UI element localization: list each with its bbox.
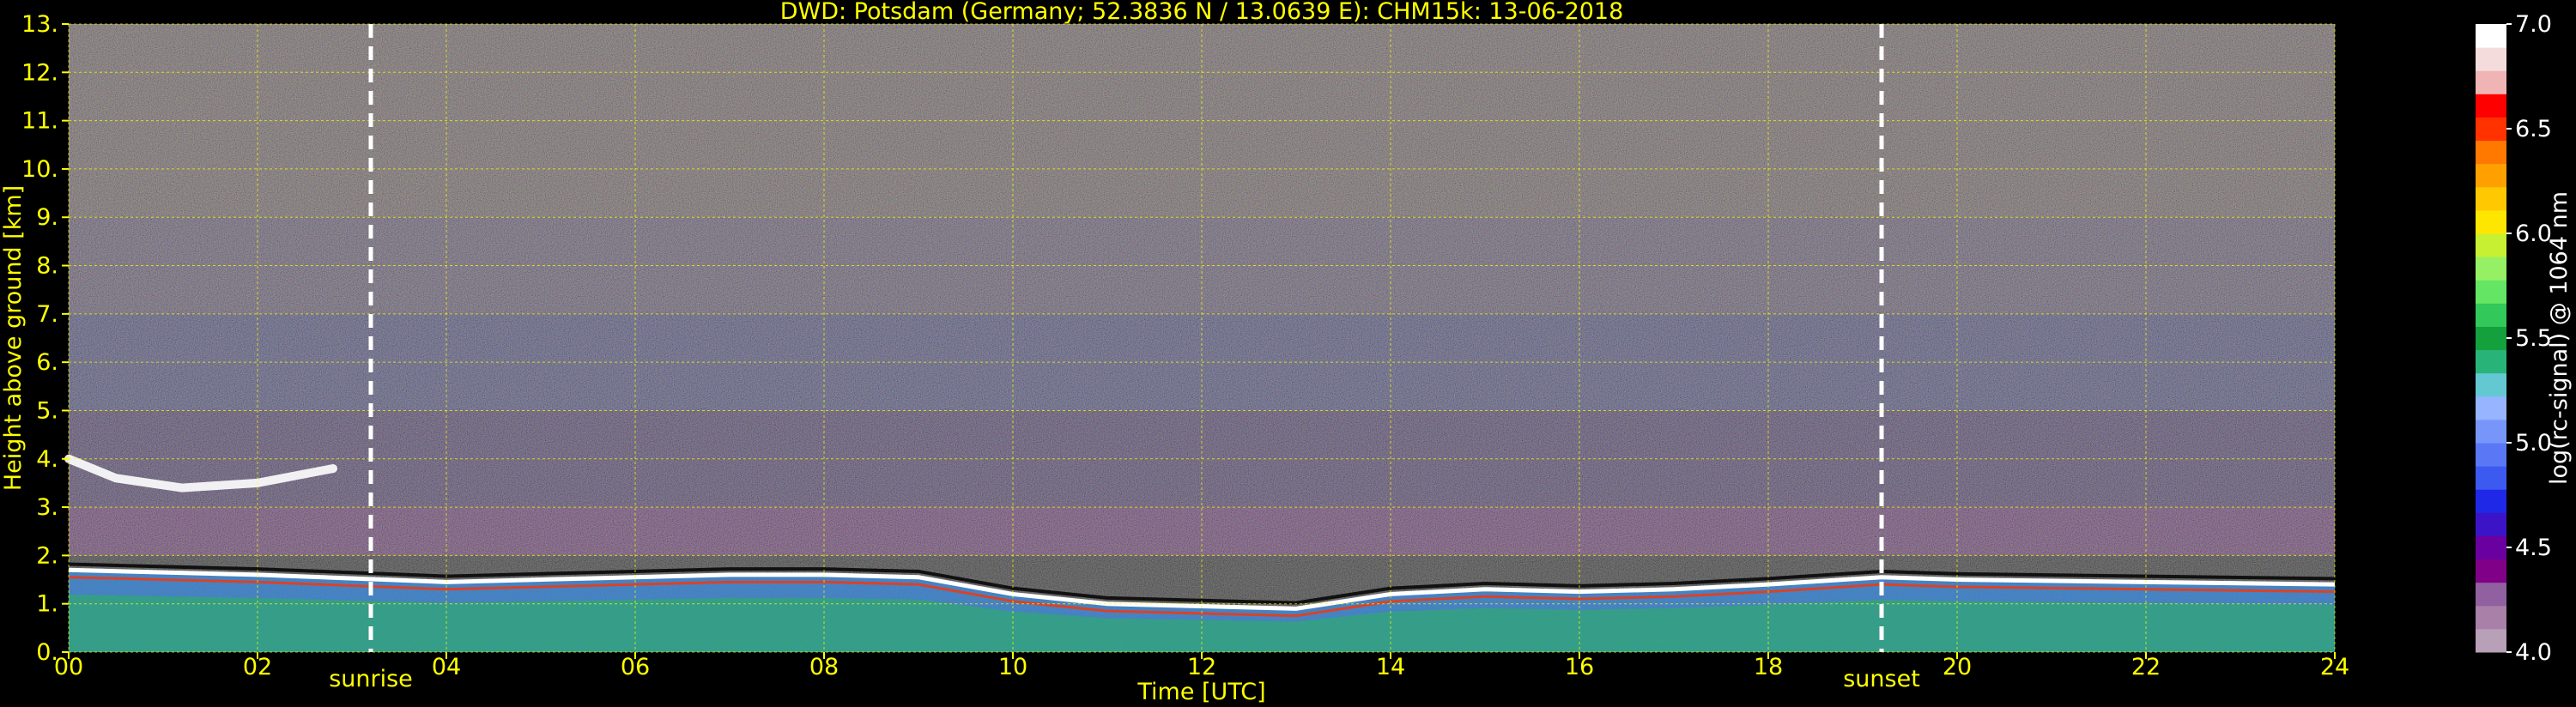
colorbar-swatch — [2476, 372, 2506, 397]
x-tick-label: 12 — [1187, 654, 1216, 680]
colorbar-swatch — [2476, 628, 2506, 653]
colorbar-tick-label: 7.0 — [2515, 11, 2552, 38]
x-tick-label: 10 — [998, 654, 1027, 680]
heatmap-area — [64, 23, 2336, 653]
y-tick-label: 3. — [36, 494, 58, 521]
colorbar-swatch — [2476, 24, 2506, 48]
colorbar-swatch — [2476, 94, 2506, 118]
colorbar-swatch — [2476, 70, 2506, 94]
x-tick-label: 16 — [1565, 654, 1594, 680]
colorbar-swatch — [2476, 303, 2506, 327]
colorbar-swatch — [2476, 280, 2506, 304]
y-tick-label: 4. — [36, 446, 58, 473]
y-tick-label: 1. — [36, 591, 58, 618]
colorbar-tick-label: 6.5 — [2515, 116, 2552, 142]
colorbar: 4.04.55.05.56.06.57.0 log(rc-signal) @ 1… — [2476, 11, 2573, 666]
colorbar-swatch — [2476, 489, 2506, 513]
colorbar-swatch — [2476, 396, 2506, 420]
y-tick-label: 7. — [36, 301, 58, 328]
y-tick-label: 2. — [36, 542, 58, 569]
y-axis-label: Height above ground [km] — [0, 185, 27, 491]
colorbar-swatch — [2476, 140, 2506, 165]
colorbar-swatch — [2476, 349, 2506, 374]
y-tick-label: 0. — [36, 639, 58, 666]
sunrise-label: sunrise — [329, 666, 413, 692]
y-tick-label: 5. — [36, 397, 58, 424]
x-tick-label: 18 — [1754, 654, 1783, 680]
colorbar-swatch — [2476, 233, 2506, 257]
y-tick-label: 8. — [36, 253, 58, 280]
colorbar-swatch — [2476, 186, 2506, 211]
x-tick-label: 24 — [2320, 654, 2349, 680]
x-tick-label: 20 — [1943, 654, 1972, 680]
x-tick-label: 08 — [809, 654, 839, 680]
colorbar-swatch — [2476, 605, 2506, 630]
y-tick-label: 13. — [21, 11, 58, 38]
colorbar-swatch — [2476, 559, 2506, 583]
x-tick-label: 04 — [432, 654, 461, 680]
colorbar-swatch — [2476, 326, 2506, 351]
y-tick-label: 11. — [21, 108, 58, 135]
colorbar-swatch — [2476, 209, 2506, 234]
colorbar-swatch — [2476, 117, 2506, 142]
sunset-label: sunset — [1843, 666, 1920, 692]
y-tick-label: 10. — [21, 156, 58, 183]
x-tick-label: 06 — [621, 654, 650, 680]
colorbar-tick-label: 4.5 — [2515, 535, 2552, 561]
x-tick-label: 22 — [2131, 654, 2161, 680]
colorbar-swatch — [2476, 163, 2506, 188]
colorbar-swatch — [2476, 466, 2506, 490]
colorbar-tick-label: 4.0 — [2515, 639, 2552, 666]
colorbar-swatch — [2476, 257, 2506, 281]
colorbar-swatch — [2476, 512, 2506, 536]
colorbar-swatch — [2476, 47, 2506, 71]
ceilometer-plot: DWD: Potsdam (Germany; 52.3836 N / 13.06… — [0, 0, 2573, 705]
colorbar-label: log(rc-signal) @ 1064 nm — [2546, 191, 2573, 485]
chart-title: DWD: Potsdam (Germany; 52.3836 N / 13.06… — [780, 0, 1624, 25]
colorbar-swatch — [2476, 582, 2506, 607]
colorbar-swatch — [2476, 419, 2506, 444]
colorbar-swatch — [2476, 535, 2506, 560]
x-axis-label: Time [UTC] — [1136, 679, 1265, 705]
y-tick-label: 12. — [21, 59, 58, 86]
colorbar-swatch — [2476, 443, 2506, 467]
y-tick-label: 9. — [36, 204, 58, 231]
x-tick-label: 02 — [243, 654, 272, 680]
y-tick-label: 6. — [36, 349, 58, 376]
x-tick-label: 14 — [1376, 654, 1405, 680]
